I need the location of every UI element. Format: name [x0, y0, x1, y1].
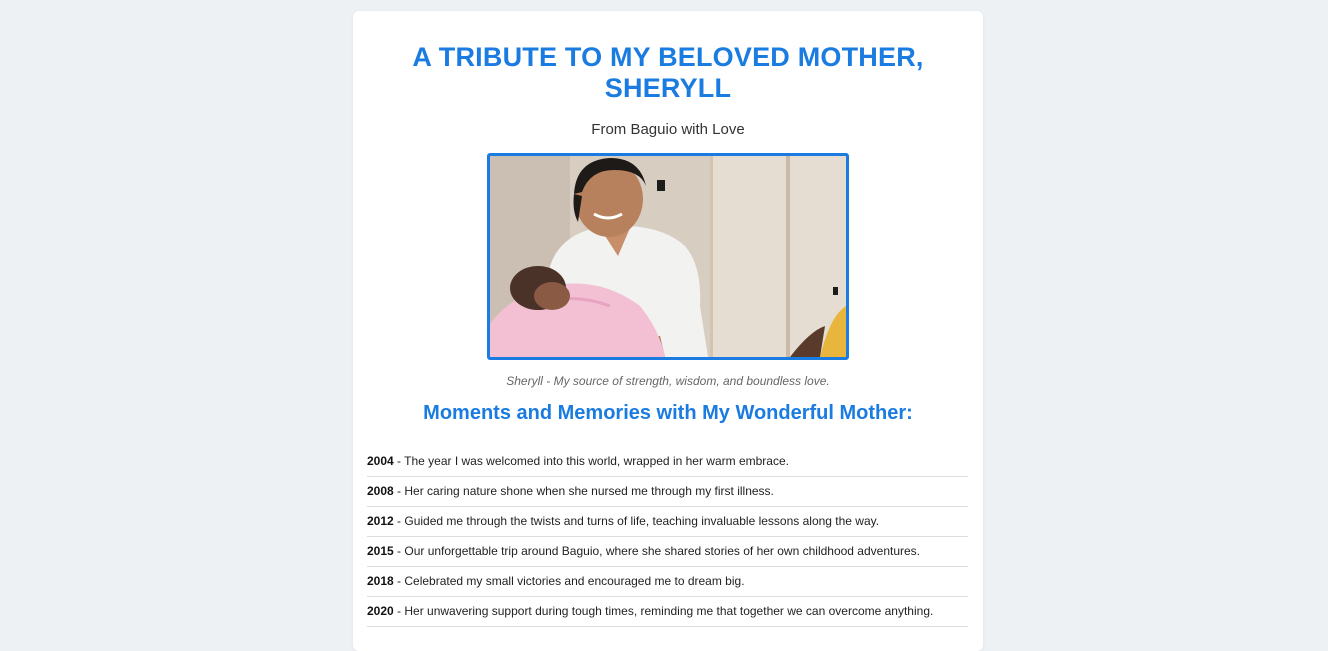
- timeline-text: - Her unwavering support during tough ti…: [393, 604, 934, 618]
- timeline-text: - Her caring nature shone when she nurse…: [393, 484, 774, 498]
- tribute-card: A TRIBUTE TO MY BELOVED MOTHER, SHERYLL …: [353, 11, 983, 651]
- timeline-year: 2020: [367, 604, 394, 618]
- timeline-year: 2008: [367, 484, 394, 498]
- mother-photo-image: [490, 156, 846, 357]
- mother-photo: [487, 153, 849, 360]
- timeline-text: - Our unforgettable trip around Baguio, …: [393, 544, 921, 558]
- page-subtitle: From Baguio with Love: [591, 121, 745, 138]
- timeline-text: - Guided me through the twists and turns…: [393, 514, 880, 528]
- timeline-item: 2015 - Our unforgettable trip around Bag…: [367, 537, 968, 567]
- photo-caption: Sheryll - My source of strength, wisdom,…: [506, 374, 830, 388]
- timeline-item: 2020 - Her unwavering support during tou…: [367, 597, 968, 627]
- timeline-text: - Celebrated my small victories and enco…: [393, 574, 745, 588]
- timeline-item: 2008 - Her caring nature shone when she …: [367, 477, 968, 507]
- timeline-text: - The year I was welcomed into this worl…: [393, 454, 789, 468]
- timeline-year: 2004: [367, 454, 394, 468]
- timeline-item: 2004 - The year I was welcomed into this…: [367, 447, 968, 477]
- timeline-year: 2015: [367, 544, 394, 558]
- timeline-year: 2018: [367, 574, 394, 588]
- timeline-item: 2018 - Celebrated my small victories and…: [367, 567, 968, 597]
- section-heading: Moments and Memories with My Wonderful M…: [423, 402, 913, 424]
- memories-timeline: 2004 - The year I was welcomed into this…: [367, 447, 968, 627]
- timeline-year: 2012: [367, 514, 394, 528]
- page-title: A TRIBUTE TO MY BELOVED MOTHER, SHERYLL: [412, 42, 924, 103]
- timeline-item: 2012 - Guided me through the twists and …: [367, 507, 968, 537]
